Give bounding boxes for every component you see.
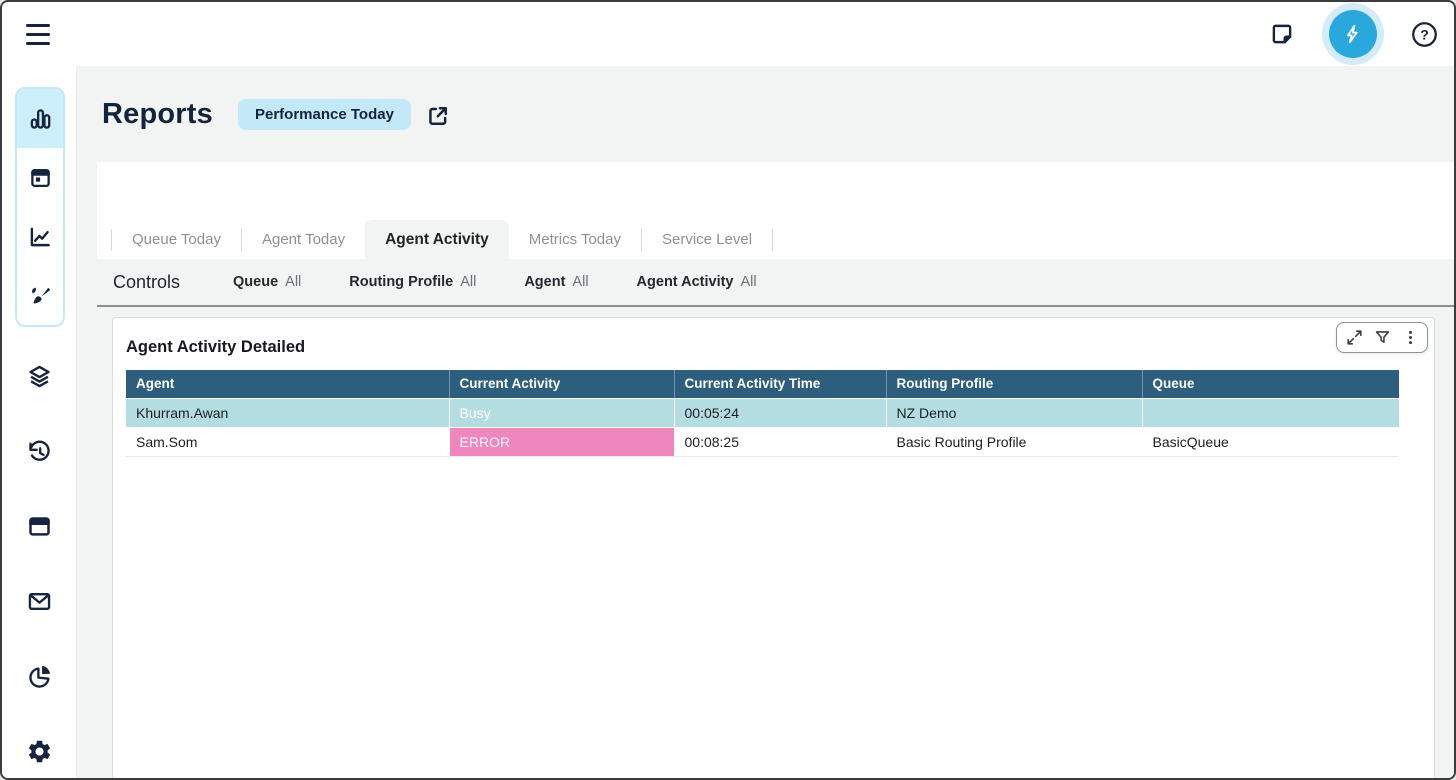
filter-agent-activity[interactable]: Agent Activity All	[637, 274, 757, 290]
agent-cell: Sam.Som	[126, 427, 449, 456]
sidebar-item-analytics[interactable]	[17, 207, 63, 266]
current-activity-cell: Busy	[449, 398, 674, 427]
top-bar: ?	[2, 2, 1454, 66]
flash-icon[interactable]	[1329, 10, 1377, 58]
tab-queue-today[interactable]: Queue Today	[112, 220, 241, 259]
agent-cell: Khurram.Awan	[126, 398, 449, 427]
menu-icon[interactable]	[26, 20, 54, 48]
sidebar-item-pie-reports[interactable]	[26, 663, 53, 690]
current-activity-time-cell: 00:08:25	[674, 427, 886, 456]
tabs-band: Queue Today Agent Today Agent Activity M…	[97, 162, 1454, 259]
topbar-actions: ?	[1268, 2, 1438, 66]
current-activity-cell: ERROR	[449, 427, 674, 456]
table-row[interactable]: Khurram.AwanBusy00:05:24NZ Demo	[126, 398, 1399, 427]
controls-row: Controls Queue All Routing Profile All A…	[97, 259, 1454, 307]
sidebar-item-dashboards[interactable]	[17, 89, 63, 148]
layers-icon	[26, 363, 53, 390]
page-title: Reports	[102, 98, 213, 131]
column-header-current-activity[interactable]: Current Activity	[449, 370, 674, 398]
filter-agent[interactable]: Agent All	[524, 274, 588, 290]
pie-chart-icon	[26, 663, 53, 690]
column-header-current-activity-time[interactable]: Current Activity Time	[674, 370, 886, 398]
column-header-agent[interactable]: Agent	[126, 370, 449, 398]
sidebar-item-window[interactable]	[26, 513, 53, 540]
queue-cell: BasicQueue	[1142, 427, 1399, 456]
help-icon[interactable]: ?	[1410, 20, 1438, 48]
sidebar-item-settings[interactable]	[26, 738, 53, 765]
controls-label: Controls	[113, 272, 180, 293]
agent-activity-table: Agent Current Activity Current Activity …	[126, 370, 1399, 457]
filter-queue[interactable]: Queue All	[233, 274, 301, 290]
filter-routing-profile[interactable]: Routing Profile All	[349, 274, 476, 290]
tab-agent-today[interactable]: Agent Today	[242, 220, 365, 259]
widget-toolbar	[1336, 322, 1428, 353]
brush-icon	[27, 283, 53, 309]
line-chart-icon	[27, 224, 53, 250]
expand-icon[interactable]	[1341, 325, 1367, 351]
sidebar-item-layers[interactable]	[26, 363, 53, 390]
sidebar-report-group	[15, 87, 65, 327]
filter-icon[interactable]	[1369, 325, 1395, 351]
sidebar-item-mail[interactable]	[26, 588, 53, 615]
tab-service-level[interactable]: Service Level	[642, 220, 772, 259]
agent-table-body: Khurram.AwanBusy00:05:24NZ DemoSam.SomER…	[126, 398, 1399, 456]
sidebar-item-history[interactable]	[26, 438, 53, 465]
column-header-queue[interactable]: Queue	[1142, 370, 1399, 398]
gear-icon	[26, 738, 53, 765]
sidebar	[2, 66, 77, 778]
current-activity-time-cell: 00:05:24	[674, 398, 886, 427]
column-header-routing-profile[interactable]: Routing Profile	[886, 370, 1142, 398]
table-row[interactable]: Sam.SomERROR00:08:25Basic Routing Profil…	[126, 427, 1399, 456]
queue-cell	[1142, 398, 1399, 427]
kebab-menu-icon[interactable]	[1397, 325, 1423, 351]
external-link-icon[interactable]	[425, 103, 451, 129]
main-content: Reports Performance Today Queue Today Ag…	[77, 66, 1454, 778]
sidebar-item-customize[interactable]	[17, 266, 63, 325]
report-tabs: Queue Today Agent Today Agent Activity M…	[111, 220, 773, 259]
svg-text:?: ?	[1420, 26, 1429, 42]
tab-metrics-today[interactable]: Metrics Today	[509, 220, 641, 259]
window-icon	[26, 513, 53, 540]
mail-icon	[26, 588, 53, 615]
routing-profile-cell: NZ Demo	[886, 398, 1142, 427]
report-badge: Performance Today	[238, 99, 411, 130]
tab-agent-activity[interactable]: Agent Activity	[365, 220, 509, 259]
flash-button-halo	[1322, 3, 1384, 65]
history-icon	[26, 438, 53, 465]
agent-activity-widget: Agent Activity Detailed Agent Current Ac…	[112, 317, 1435, 778]
note-icon[interactable]	[1268, 20, 1296, 48]
sidebar-item-schedule[interactable]	[17, 148, 63, 207]
widget-title: Agent Activity Detailed	[126, 338, 305, 357]
calendar-icon	[28, 165, 53, 190]
table-header-row: Agent Current Activity Current Activity …	[126, 370, 1399, 398]
bar-chart-icon	[27, 106, 53, 132]
routing-profile-cell: Basic Routing Profile	[886, 427, 1142, 456]
app-window: ?	[0, 0, 1456, 780]
tab-divider	[772, 229, 773, 251]
